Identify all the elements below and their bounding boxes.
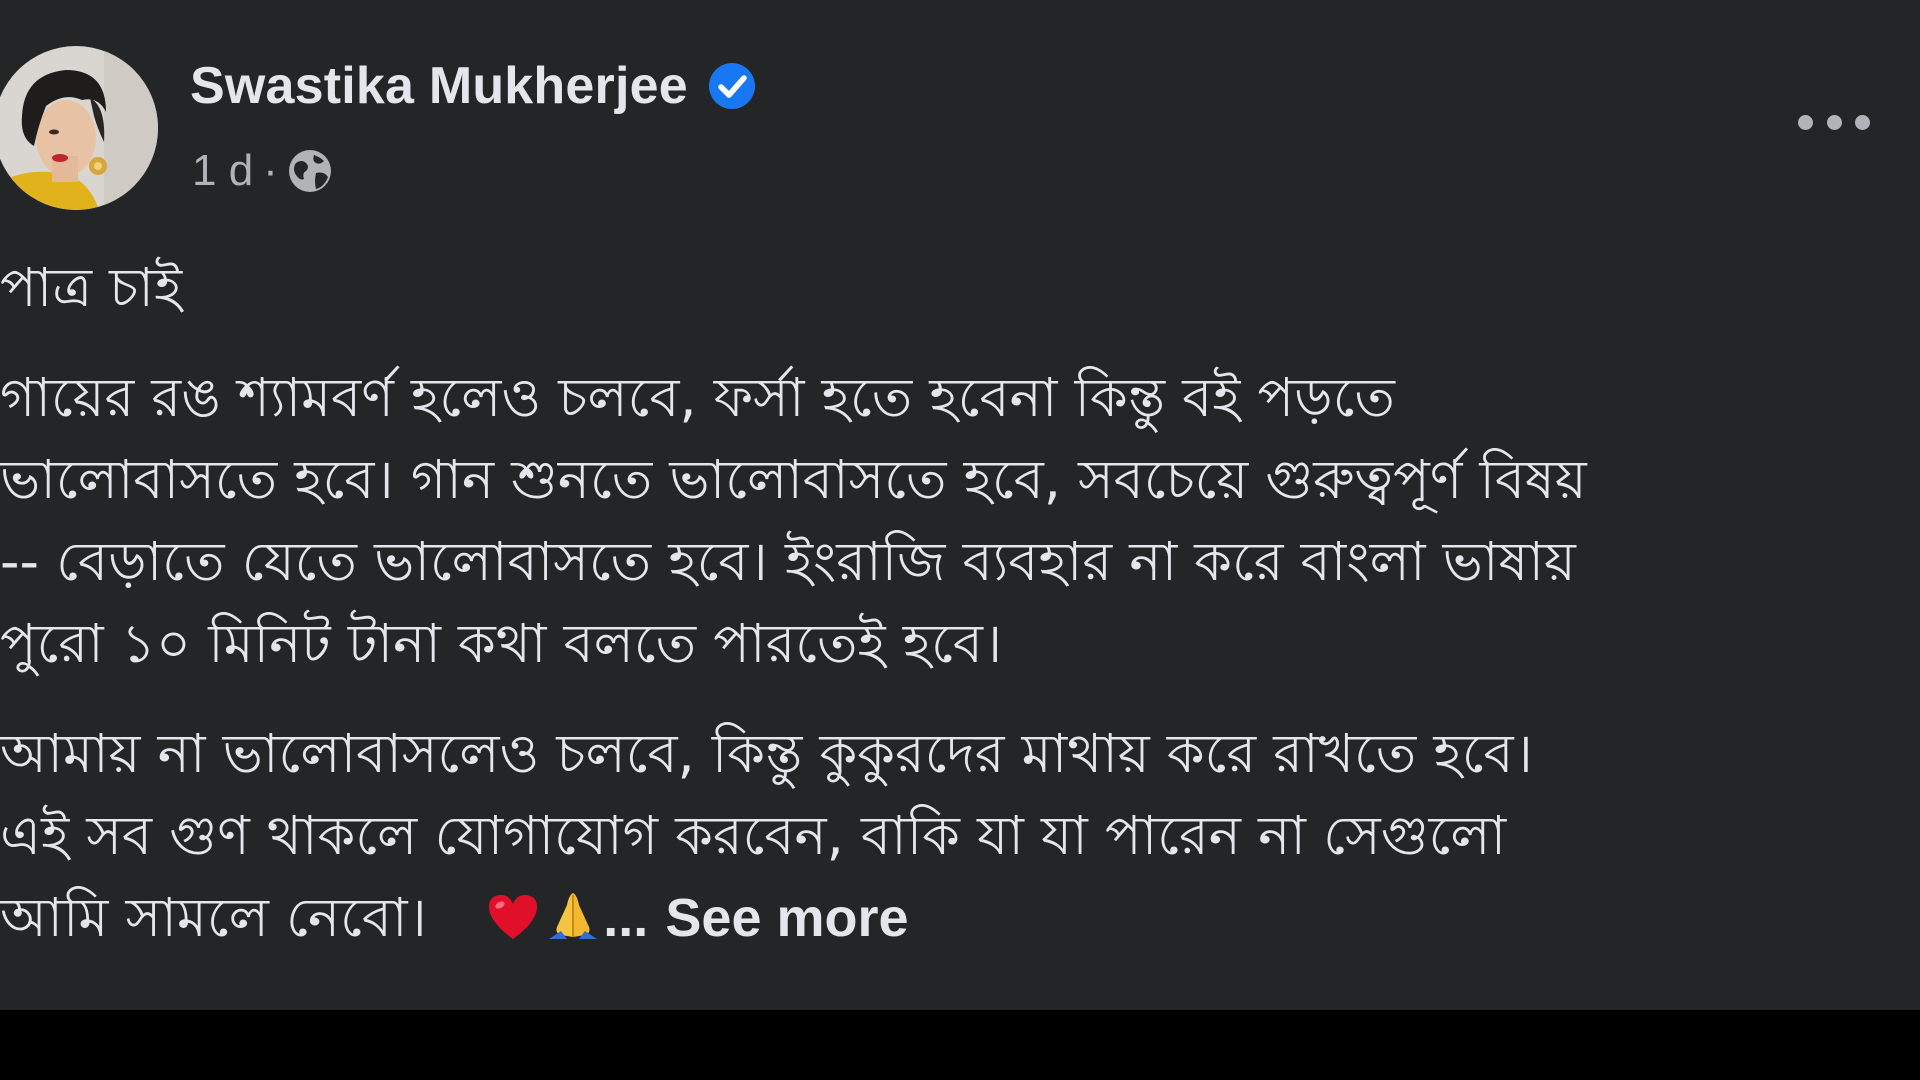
post-text-line: -- বেড়াতে যেতে ভালোবাসতে হবে। ইংরাজি ব্… [0, 530, 1576, 593]
ellipsis: ... [603, 888, 649, 948]
post-text-line: আমায় না ভালোবাসলেও চলবে, কিন্তু কুকুরদে… [0, 722, 1533, 785]
bottom-band [0, 1010, 1920, 1080]
more-dot [1855, 114, 1870, 130]
avatar-photo [0, 46, 158, 210]
post-body: পাত্র চাই গায়ের রঙ শ্যামবর্ণ হলেও চলবে,… [0, 247, 1910, 987]
author-avatar[interactable] [0, 46, 158, 210]
see-more-link[interactable]: See more [665, 888, 908, 948]
author-name-link[interactable]: Swastika Mukherjee [190, 56, 688, 116]
more-dot [1826, 114, 1842, 130]
post-text-line: এই সব গুণ থাকলে যোগাযোগ করবেন, বাকি যা য… [0, 804, 1507, 867]
more-dot [1798, 114, 1813, 130]
post-paragraph: আমায় না ভালোবাসলেও চলবে, কিন্তু কুকুরদে… [0, 713, 1910, 959]
verified-badge-icon [708, 62, 756, 110]
facebook-post: Swastika Mukherjee 1 d · পাত্র চাই গায়ে… [0, 0, 1920, 1080]
post-paragraph: গায়ের রঙ শ্যামবর্ণ হলেও চলবে, ফর্সা হতে… [0, 357, 1910, 685]
post-text-line: পাত্র চাই [0, 256, 183, 319]
author-header: Swastika Mukherjee [190, 52, 756, 120]
folded-hands-emoji-icon [543, 887, 603, 947]
post-paragraph: পাত্র চাই [0, 247, 1910, 329]
more-options-icon[interactable] [1798, 104, 1870, 140]
post-text-line: পুরো ১০ মিনিট টানা কথা বলতে পারতেই হবে। [0, 612, 1003, 675]
heart-emoji-icon [483, 887, 543, 947]
post-meta: 1 d · [192, 146, 334, 196]
closing-text: আমি সামলে নেবো। [0, 886, 427, 949]
post-text-line: ভালোবাসতে হবে। গান শুনতে ভালোবাসতে হবে, … [0, 448, 1587, 511]
post-timestamp-link[interactable]: 1 d [192, 146, 253, 196]
post-text-line: গায়ের রঙ শ্যামবর্ণ হলেও চলবে, ফর্সা হতে… [0, 366, 1395, 429]
post-closing-line: আমি সামলে নেবো। ... See more [0, 877, 1910, 959]
globe-icon[interactable] [286, 147, 334, 195]
meta-separator: · [263, 146, 278, 195]
